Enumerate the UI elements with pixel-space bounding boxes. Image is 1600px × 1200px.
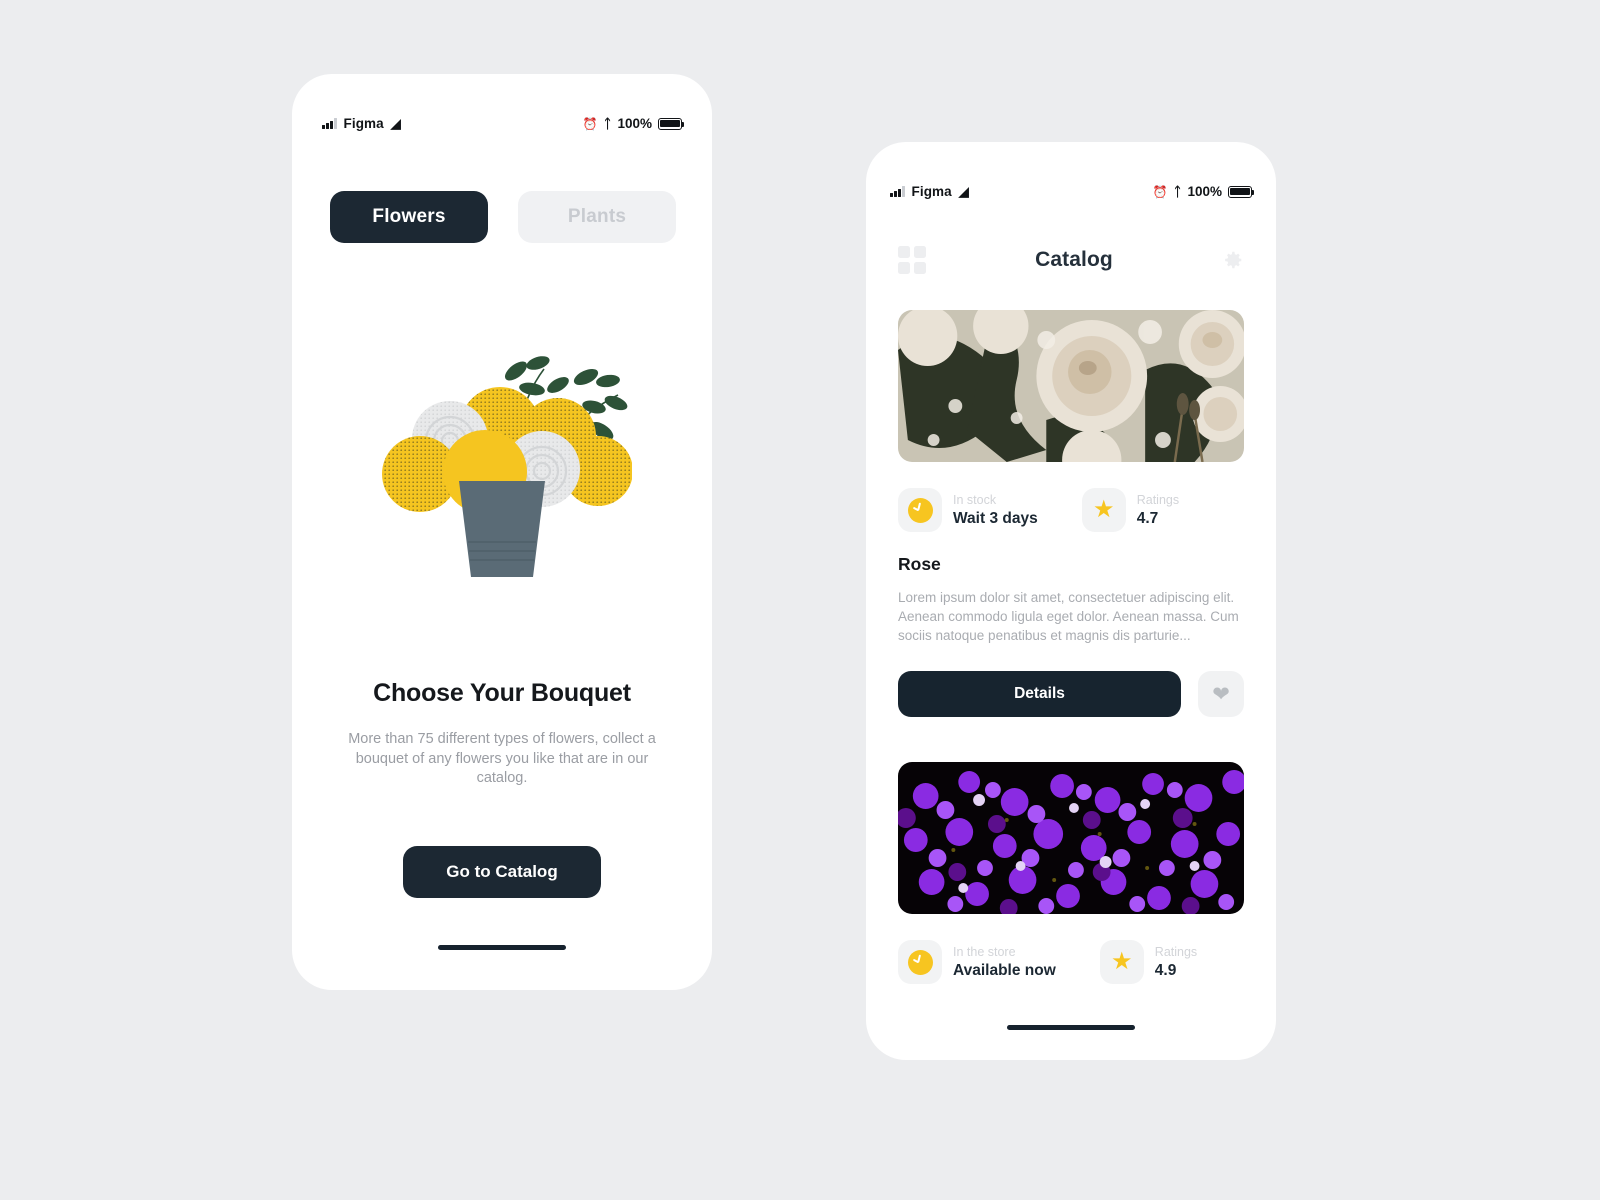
clock-icon — [898, 488, 942, 532]
wifi-icon: ◢ — [390, 116, 401, 131]
stock-label: In the store — [953, 944, 1016, 959]
design-canvas: Figma ◢ ⏰ ᛏ 100% Flowers Plants Choose Y… — [0, 0, 1600, 1200]
category-tabs: Flowers Plants — [330, 191, 676, 243]
product-card: In the store Available now ★ Ratings 4.9 — [898, 762, 1244, 984]
alarm-clock-icon: ⏰ — [1152, 184, 1168, 199]
rating-label: Ratings — [1154, 944, 1198, 959]
status-bar: Figma ◢ ⏰ ᛏ 100% — [866, 184, 1276, 199]
rating-value: 4.7 — [1136, 509, 1159, 527]
catalog-header: Catalog — [866, 238, 1276, 282]
rating-label: Ratings — [1136, 492, 1180, 507]
status-bar: Figma ◢ ⏰ ᛏ 100% — [292, 116, 712, 131]
bluetooth-icon: ᛏ — [1173, 184, 1182, 199]
tab-flowers[interactable]: Flowers — [330, 191, 488, 243]
home-indicator[interactable] — [438, 945, 566, 950]
signal-bars-icon — [890, 186, 905, 197]
product-actions: Details ❤ — [898, 671, 1244, 718]
grid-view-icon[interactable] — [898, 246, 926, 274]
page-subtitle: More than 75 different types of flowers,… — [348, 731, 656, 787]
stock-info: In the store Available now — [898, 940, 1056, 984]
hero-copy: Choose Your Bouquet More than 75 differe… — [292, 679, 712, 789]
details-button[interactable]: Details — [898, 671, 1181, 718]
rating-value: 4.9 — [1154, 961, 1177, 979]
rating-info: ★ Ratings 4.9 — [1099, 940, 1198, 984]
battery-percent-label: 100% — [617, 116, 652, 131]
stock-info: In stock Wait 3 days — [898, 488, 1038, 532]
signal-bars-icon — [322, 118, 337, 129]
alarm-clock-icon: ⏰ — [582, 116, 598, 131]
catalog-phone-frame: Figma ◢ ⏰ ᛏ 100% Catalog In stock Wait 3… — [866, 142, 1276, 1060]
home-indicator[interactable] — [1007, 1025, 1135, 1030]
tab-plants[interactable]: Plants — [518, 191, 676, 243]
carrier-label: Figma — [911, 184, 952, 199]
page-title: Choose Your Bouquet — [373, 679, 631, 707]
bluetooth-icon: ᛏ — [603, 116, 612, 131]
clock-icon — [898, 940, 942, 984]
wifi-icon: ◢ — [958, 184, 969, 199]
gear-icon[interactable] — [1222, 249, 1244, 271]
favorite-button[interactable]: ❤ — [1198, 671, 1244, 718]
onboarding-phone-frame: Figma ◢ ⏰ ᛏ 100% Flowers Plants Choose Y… — [292, 74, 712, 990]
product-description: Lorem ipsum dolor sit amet, consectetuer… — [898, 590, 1239, 644]
product-meta-row: In the store Available now ★ Ratings 4.9 — [898, 940, 1244, 984]
battery-percent-label: 100% — [1187, 184, 1222, 199]
star-icon: ★ — [1099, 940, 1144, 984]
product-meta-row: In stock Wait 3 days ★ Ratings 4.7 — [898, 488, 1244, 532]
go-to-catalog-button[interactable]: Go to Catalog — [403, 846, 601, 898]
star-icon: ★ — [1081, 488, 1126, 532]
rating-info: ★ Ratings 4.7 — [1081, 488, 1180, 532]
purple-flowers-photo[interactable] — [898, 762, 1244, 914]
stock-value: Available now — [953, 961, 1056, 979]
bouquet-illustration — [292, 329, 712, 674]
heart-icon: ❤ — [1212, 682, 1230, 706]
carrier-label: Figma — [343, 116, 384, 131]
stock-value: Wait 3 days — [953, 509, 1038, 527]
product-name: Rose — [898, 554, 941, 574]
stock-label: In stock — [953, 492, 997, 507]
battery-full-icon — [1228, 185, 1255, 198]
white-roses-photo[interactable] — [898, 310, 1244, 462]
page-title: Catalog — [1035, 248, 1113, 271]
battery-full-icon — [658, 117, 685, 130]
product-card: In stock Wait 3 days ★ Ratings 4.7 Rose … — [898, 310, 1244, 718]
